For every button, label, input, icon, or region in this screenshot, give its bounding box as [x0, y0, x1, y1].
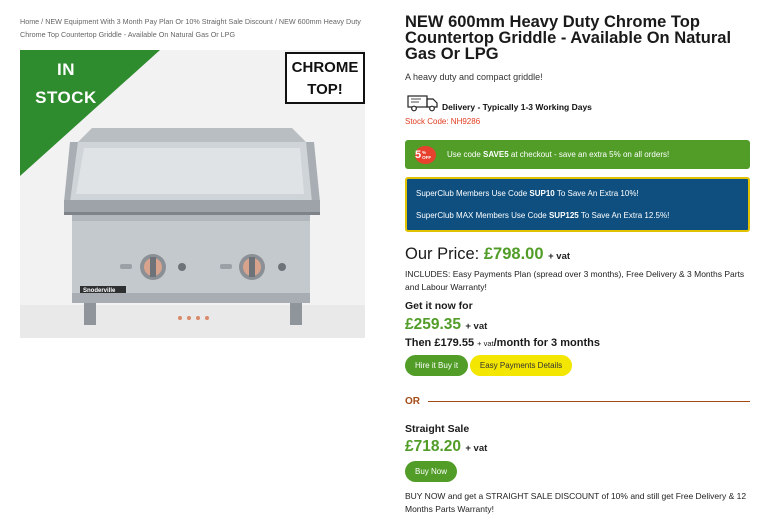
or-divider-line — [428, 401, 750, 402]
delivery-text: Delivery - Typically 1-3 Working Days — [442, 102, 592, 112]
delivery-truck-icon — [407, 95, 438, 112]
buy-now-text: BUY NOW and get a STRAIGHT SALE DISCOUNT… — [405, 491, 747, 514]
superclub-code-2: SUP125 — [548, 211, 579, 220]
our-price-label: Our Price: — [405, 245, 484, 263]
buy-now-button[interactable]: Buy Now — [405, 461, 457, 482]
get-now-label: Get it now for — [405, 300, 473, 312]
our-price-vat: + vat — [548, 251, 571, 262]
product-title: NEW 600mm Heavy Duty Chrome Top Countert… — [405, 13, 732, 63]
product-image[interactable]: IN STOCK CHROME TOP! Snoderville — [20, 50, 365, 338]
superclub-code-1: SUP10 — [529, 189, 555, 198]
then-tail: /month for 3 months — [493, 337, 600, 349]
straight-sale-vat: + vat — [465, 443, 488, 454]
carousel-dots[interactable] — [178, 316, 209, 320]
carousel-dot[interactable] — [205, 316, 209, 320]
stock-code: Stock Code: NH9286 — [405, 117, 481, 126]
easy-payments-details-button[interactable]: Easy Payments Details — [470, 355, 572, 376]
get-now-price-value: £259.35 — [405, 316, 462, 333]
hire-it-buy-it-button[interactable]: Hire it Buy it — [405, 355, 468, 376]
superclub-box: SuperClub Members Use Code SUP10 To Save… — [405, 177, 750, 232]
superclub-line-1-before: SuperClub Members Use Code — [416, 189, 530, 198]
or-divider: OR — [405, 396, 750, 407]
chrome-top-badge: CHROME TOP! — [285, 52, 365, 104]
superclub-line-1: SuperClub Members Use Code SUP10 To Save… — [416, 188, 748, 199]
get-now-vat: + vat — [465, 321, 488, 332]
delivery-info: Delivery - Typically 1-3 Working Days — [407, 94, 592, 112]
monthly-payments: Then £179.55 + vat/month for 3 months — [405, 337, 600, 349]
or-label: OR — [405, 396, 420, 407]
straight-sale-price-value: £718.20 — [405, 438, 462, 455]
discount-badge-number: 5 — [415, 148, 422, 161]
carousel-dot[interactable] — [187, 316, 191, 320]
promo-text-after: at checkout - save an extra 5% on all or… — [508, 150, 670, 159]
superclub-line-2-after: To Save An Extra 12.5%! — [578, 211, 670, 220]
breadcrumb-home-link[interactable]: Home — [20, 17, 39, 26]
straight-sale-label: Straight Sale — [405, 423, 470, 435]
straight-sale-price: £718.20 + vat — [405, 438, 487, 456]
promo-banner: 5% OFF Use code SAVE5 at checkout - save… — [405, 140, 750, 169]
superclub-line-2: SuperClub MAX Members Use Code SUP125 To… — [416, 210, 748, 221]
our-price: Our Price: £798.00 + vat — [405, 245, 570, 264]
our-price-value: £798.00 — [483, 245, 544, 263]
then-vat: + vat — [477, 339, 494, 348]
discount-badge-icon: 5% OFF — [415, 145, 436, 164]
superclub-line-2-before: SuperClub MAX Members Use Code — [416, 211, 549, 220]
brand-plate-label: Snoderville — [83, 288, 116, 294]
get-now-price: £259.35 + vat — [405, 316, 487, 334]
carousel-dot[interactable] — [178, 316, 182, 320]
superclub-line-1-after: To Save An Extra 10%! — [554, 189, 639, 198]
promo-text-before: Use code — [447, 150, 484, 159]
discount-badge-small: % OFF — [422, 149, 432, 160]
breadcrumb-category-link[interactable]: NEW Equipment With 3 Month Pay Plan Or 1… — [45, 17, 273, 26]
promo-text: Use code SAVE5 at checkout - save an ext… — [447, 150, 669, 159]
promo-code: SAVE5 — [483, 150, 509, 159]
product-subtitle: A heavy duty and compact griddle! — [405, 72, 543, 82]
carousel-dot[interactable] — [196, 316, 200, 320]
then-text: Then £179.55 — [405, 337, 478, 349]
breadcrumb: Home / NEW Equipment With 3 Month Pay Pl… — [20, 16, 370, 41]
in-stock-badge: IN STOCK — [35, 60, 97, 107]
includes-text: INCLUDES: Easy Payments Plan (spread ove… — [405, 269, 745, 292]
